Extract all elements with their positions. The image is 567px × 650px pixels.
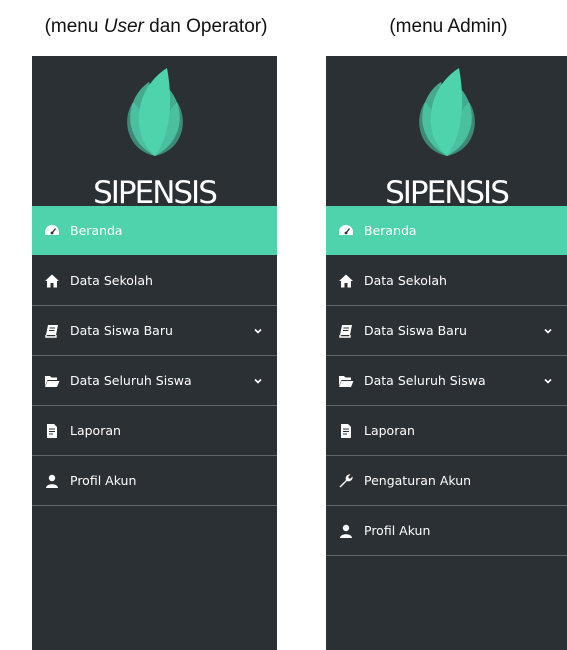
- sidebar-item-beranda[interactable]: Beranda: [326, 206, 567, 255]
- folder-open-icon: [338, 373, 354, 389]
- user-icon: [44, 473, 60, 489]
- sidebar-item-profil-akun[interactable]: Profil Akun: [326, 506, 567, 556]
- wrench-icon: [338, 473, 354, 489]
- folder-open-icon: [44, 373, 60, 389]
- sidebar-item-pengaturan-akun[interactable]: Pengaturan Akun: [326, 456, 567, 506]
- logo-area: SIPENSIS: [32, 56, 277, 211]
- home-icon: [44, 273, 60, 289]
- caption-left-suffix: dan Operator): [143, 16, 268, 37]
- sidebar-item-label: Data Sekolah: [70, 273, 153, 288]
- sidebar-item-label: Laporan: [364, 423, 415, 438]
- dashboard-icon: [44, 223, 60, 239]
- file-text-icon: [338, 423, 354, 439]
- user-icon: [338, 523, 354, 539]
- sidebar-item-label: Pengaturan Akun: [364, 473, 472, 488]
- caption-user-operator: (menu User dan Operator): [0, 16, 312, 38]
- sidebar-item-profil-akun[interactable]: Profil Akun: [32, 456, 277, 506]
- caption-left-prefix: (menu: [44, 16, 104, 37]
- sidebar-item-beranda[interactable]: Beranda: [32, 206, 277, 255]
- chevron-down-icon[interactable]: [253, 376, 263, 386]
- sidebar-item-data-sekolah[interactable]: Data Sekolah: [32, 256, 277, 306]
- sidebar-item-data-seluruh-siswa[interactable]: Data Seluruh Siswa: [32, 356, 277, 406]
- sidebar-item-data-seluruh-siswa[interactable]: Data Seluruh Siswa: [326, 356, 567, 406]
- sidebar-item-label: Data Sekolah: [364, 273, 447, 288]
- leaf-logo-icon: [126, 68, 183, 156]
- sidebar-item-label: Beranda: [364, 223, 417, 238]
- chevron-down-icon[interactable]: [253, 326, 263, 336]
- sidebar-item-data-siswa-baru[interactable]: Data Siswa Baru: [32, 306, 277, 356]
- sidebar-item-label: Data Siswa Baru: [364, 323, 467, 338]
- home-icon: [338, 273, 354, 289]
- logo-area: SIPENSIS: [326, 56, 567, 211]
- sidebar-user-operator: SIPENSIS Beranda Data Sekolah Data Siswa B…: [32, 56, 277, 650]
- sidebar-item-label: Data Siswa Baru: [70, 323, 173, 338]
- sidebar-item-label: Profil Akun: [70, 473, 137, 488]
- sidebar-item-label: Data Seluruh Siswa: [364, 373, 486, 388]
- book-icon: [338, 323, 354, 339]
- sidebar-menu: Beranda Data Sekolah Data Siswa Baru Data S…: [32, 206, 277, 506]
- sidebar-item-label: Laporan: [70, 423, 121, 438]
- caption-admin: (menu Admin): [389, 16, 508, 37]
- sidebar-item-laporan[interactable]: Laporan: [326, 406, 567, 456]
- sidebar-menu: Beranda Data Sekolah Data Siswa Baru Data S…: [326, 206, 567, 556]
- dashboard-icon: [338, 223, 354, 239]
- sidebar-item-data-siswa-baru[interactable]: Data Siswa Baru: [326, 306, 567, 356]
- sidebar-admin: SIPENSIS Beranda Data Sekolah Data Siswa B…: [326, 56, 567, 650]
- leaf-logo-icon: [418, 68, 475, 156]
- sidebar-item-label: Profil Akun: [364, 523, 431, 538]
- book-icon: [44, 323, 60, 339]
- chevron-down-icon[interactable]: [543, 376, 553, 386]
- sidebar-item-data-sekolah[interactable]: Data Sekolah: [326, 256, 567, 306]
- caption-left-italic: User: [103, 16, 144, 37]
- sidebar-item-label: Data Seluruh Siswa: [70, 373, 192, 388]
- sidebar-item-laporan[interactable]: Laporan: [32, 406, 277, 456]
- file-text-icon: [44, 423, 60, 439]
- sidebar-item-label: Beranda: [70, 223, 123, 238]
- chevron-down-icon[interactable]: [543, 326, 553, 336]
